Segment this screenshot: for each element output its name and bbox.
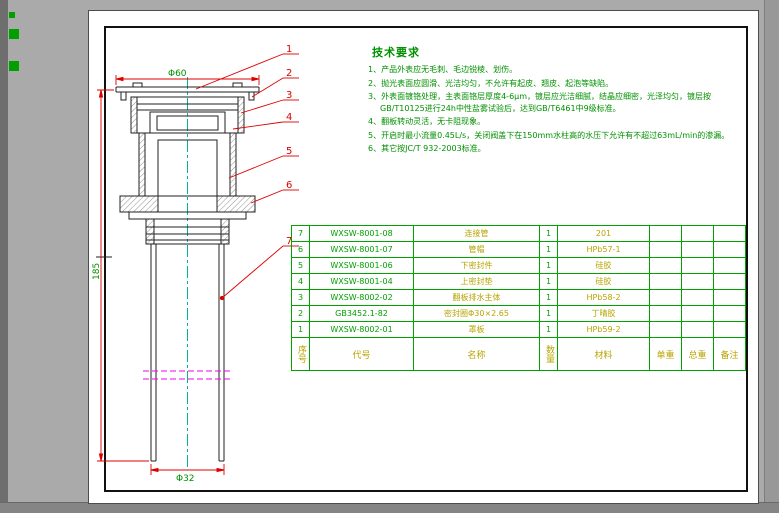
balloon-1: 1	[286, 44, 292, 55]
bom-header-total-weight: 总重	[682, 338, 714, 371]
bom-cell-unit-weight	[650, 290, 682, 306]
bom-cell-name: 连接管	[414, 226, 540, 242]
bom-cell-material: HPb58-2	[558, 290, 650, 306]
tech-req-item: 3、外表面镀铬处理，主表面铬层厚度4-6μm，镀层应光洁细腻，结晶应细密，光泽均…	[368, 91, 746, 114]
balloon-4: 4	[286, 112, 292, 123]
bom-cell-seq: 4	[292, 274, 310, 290]
bom-cell-seq: 7	[292, 226, 310, 242]
bom-cell-qty: 1	[540, 258, 558, 274]
bom-cell-code: WXSW-8001-07	[310, 242, 414, 258]
bom-header-seq: 序号	[292, 338, 310, 371]
bom-cell-qty: 1	[540, 322, 558, 338]
tech-req-item: 2、抛光表面应圆滑、光洁均匀，不允许有起皮、翘皮、起泡等缺陷。	[368, 78, 746, 90]
bom-cell-unit-weight	[650, 322, 682, 338]
tech-req-item: 6、其它按JC/T 932-2003标准。	[368, 143, 746, 155]
bom-cell-seq: 1	[292, 322, 310, 338]
bom-cell-unit-weight	[650, 306, 682, 322]
bom-cell-name: 上密封垫	[414, 274, 540, 290]
bom-header-code: 代号	[310, 338, 414, 371]
bom-cell-seq: 6	[292, 242, 310, 258]
bom-cell-remark	[714, 242, 746, 258]
bom-cell-name: 管帽	[414, 242, 540, 258]
bom-header-unit-weight: 单重	[650, 338, 682, 371]
bom-cell-remark	[714, 226, 746, 242]
part-outline	[96, 83, 259, 461]
bom-cell-material: 硅胶	[558, 258, 650, 274]
bom-cell-material: HPb57-1	[558, 242, 650, 258]
bom-cell-qty: 1	[540, 274, 558, 290]
bom-cell-material: 丁晴胶	[558, 306, 650, 322]
bom-cell-code: WXSW-8001-06	[310, 258, 414, 274]
bom-cell-remark	[714, 290, 746, 306]
bom-cell-total-weight	[682, 322, 714, 338]
bom-cell-remark	[714, 306, 746, 322]
bom-cell-seq: 5	[292, 258, 310, 274]
bom-cell-name: 翻板排水主体	[414, 290, 540, 306]
balloon-2: 2	[286, 68, 292, 79]
tech-req-title: 技术要求	[372, 44, 746, 60]
bom-cell-code: GB3452.1-82	[310, 306, 414, 322]
bom-row: 3 WXSW-8002-02 翻板排水主体 1 HPb58-2	[292, 290, 746, 306]
bom-cell-total-weight	[682, 306, 714, 322]
bom-cell-seq: 3	[292, 290, 310, 306]
balloon-6: 6	[286, 180, 292, 191]
bom-cell-total-weight	[682, 258, 714, 274]
balloon-3: 3	[286, 90, 292, 101]
bom-cell-code: WXSW-8002-02	[310, 290, 414, 306]
bom-header-row: 序号 代号 名称 数量 材料 单重 总重 备注	[292, 338, 746, 371]
bom-header-qty: 数量	[540, 338, 558, 371]
bom-cell-code: WXSW-8002-01	[310, 322, 414, 338]
bom-cell-remark	[714, 258, 746, 274]
tech-req-item: 1、产品外表应无毛刺、毛边锐棱、划伤。	[368, 64, 746, 76]
bom-row: 6 WXSW-8001-07 管帽 1 HPb57-1	[292, 242, 746, 258]
dim-bottom-diameter-label: Φ32	[176, 474, 195, 484]
bom-cell-code: WXSW-8001-08	[310, 226, 414, 242]
tech-req-item: 5、开启时最小流量0.45L/s，关闭阀盖下在150mm水柱高的水压下允许有不超…	[368, 130, 746, 142]
bom-cell-qty: 1	[540, 226, 558, 242]
bom-header-material: 材料	[558, 338, 650, 371]
bom-cell-name: 密封圈Φ30×2.65	[414, 306, 540, 322]
bom-cell-seq: 2	[292, 306, 310, 322]
bom-cell-remark	[714, 322, 746, 338]
bom-cell-name: 下密封件	[414, 258, 540, 274]
bom-cell-total-weight	[682, 226, 714, 242]
bom-cell-total-weight	[682, 274, 714, 290]
dim-height-label: 185	[92, 263, 102, 280]
bom-row: 2 GB3452.1-82 密封圈Φ30×2.65 1 丁晴胶	[292, 306, 746, 322]
balloon-5: 5	[286, 146, 292, 157]
bom-cell-qty: 1	[540, 290, 558, 306]
dim-top-diameter-label: Φ60	[168, 69, 187, 79]
bom-header-remark: 备注	[714, 338, 746, 371]
bom-header-name: 名称	[414, 338, 540, 371]
bom-row: 1 WXSW-8002-01 罩板 1 HPb59-2	[292, 322, 746, 338]
bom-cell-material: 硅胶	[558, 274, 650, 290]
tech-req-item: 4、翻板转动灵活，无卡阻现象。	[368, 116, 746, 128]
bom-cell-total-weight	[682, 290, 714, 306]
bom-row: 7 WXSW-8001-08 连接管 1 201	[292, 226, 746, 242]
bom-cell-unit-weight	[650, 226, 682, 242]
bom-cell-total-weight	[682, 242, 714, 258]
technical-requirements: 技术要求 1、产品外表应无毛刺、毛边锐棱、划伤。 2、抛光表面应圆滑、光洁均匀，…	[368, 44, 746, 157]
bom-row: 5 WXSW-8001-06 下密封件 1 硅胶	[292, 258, 746, 274]
bom-cell-material: 201	[558, 226, 650, 242]
bom-cell-remark	[714, 274, 746, 290]
bom-cell-unit-weight	[650, 242, 682, 258]
bom-cell-material: HPb59-2	[558, 322, 650, 338]
bom-cell-unit-weight	[650, 258, 682, 274]
bom-row: 4 WXSW-8001-04 上密封垫 1 硅胶	[292, 274, 746, 290]
cad-viewport: 1 2 3 4 5 6 7 Φ60 185 Φ32 技术要求 1、产品外表应无毛…	[0, 0, 779, 513]
bom-table: 7 WXSW-8001-08 连接管 1 201 6 WXSW-8001-07 …	[291, 225, 746, 371]
bom-cell-unit-weight	[650, 274, 682, 290]
bom-cell-qty: 1	[540, 242, 558, 258]
leader-lines	[196, 54, 299, 300]
bom-cell-name: 罩板	[414, 322, 540, 338]
bom-cell-code: WXSW-8001-04	[310, 274, 414, 290]
bom-cell-qty: 1	[540, 306, 558, 322]
